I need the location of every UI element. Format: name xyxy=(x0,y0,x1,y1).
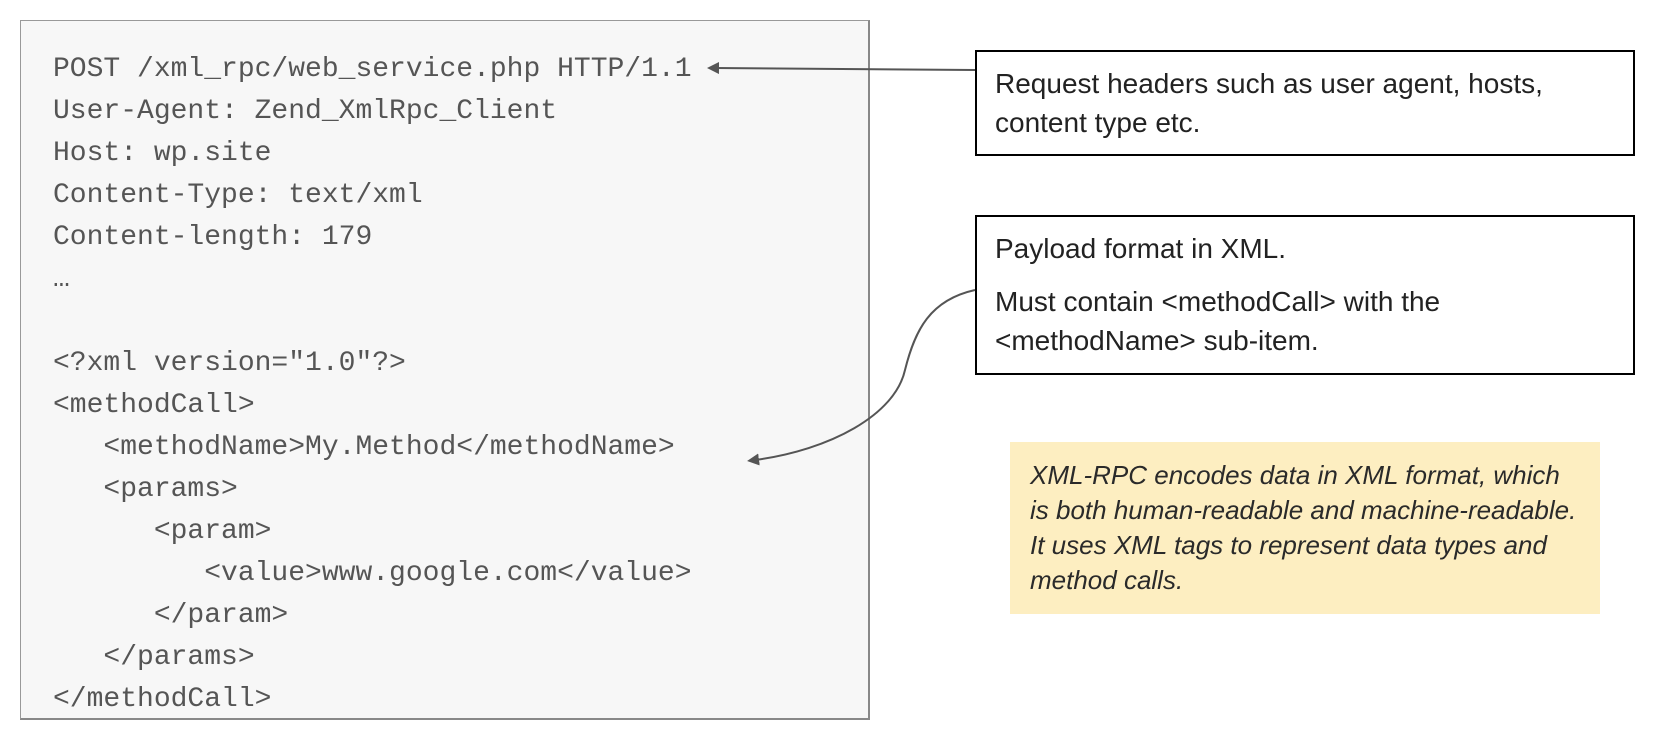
code-line: </methodCall> xyxy=(53,684,271,715)
code-line: <value>www.google.com</value> xyxy=(53,558,692,589)
code-line: Content-Type: text/xml xyxy=(53,180,423,211)
code-line: Content-length: 179 xyxy=(53,222,372,253)
callout-text: Request headers such as user agent, host… xyxy=(995,68,1543,138)
code-line: POST /xml_rpc/web_service.php HTTP/1.1 xyxy=(53,54,692,85)
code-line: <params> xyxy=(53,474,238,505)
code-line: <param> xyxy=(53,516,271,547)
code-block: POST /xml_rpc/web_service.php HTTP/1.1 U… xyxy=(20,20,870,720)
code-line: <?xml version="1.0"?> xyxy=(53,348,406,379)
code-line: Host: wp.site xyxy=(53,138,271,169)
note-text: XML-RPC encodes data in XML format, whic… xyxy=(1030,460,1576,595)
code-line: <methodName>My.Method</methodName> xyxy=(53,432,675,463)
callout-headers: Request headers such as user agent, host… xyxy=(975,50,1635,156)
code-line: </param> xyxy=(53,600,288,631)
code-line: <methodCall> xyxy=(53,390,255,421)
code-line: </params> xyxy=(53,642,255,673)
callout-text-line2: Must contain <methodCall> with the <meth… xyxy=(995,282,1615,360)
callout-payload: Payload format in XML. Must contain <met… xyxy=(975,215,1635,375)
code-line: User-Agent: Zend_XmlRpc_Client xyxy=(53,96,557,127)
callout-text-line1: Payload format in XML. xyxy=(995,229,1615,268)
code-line: … xyxy=(53,264,70,295)
note-box: XML-RPC encodes data in XML format, whic… xyxy=(1010,442,1600,614)
